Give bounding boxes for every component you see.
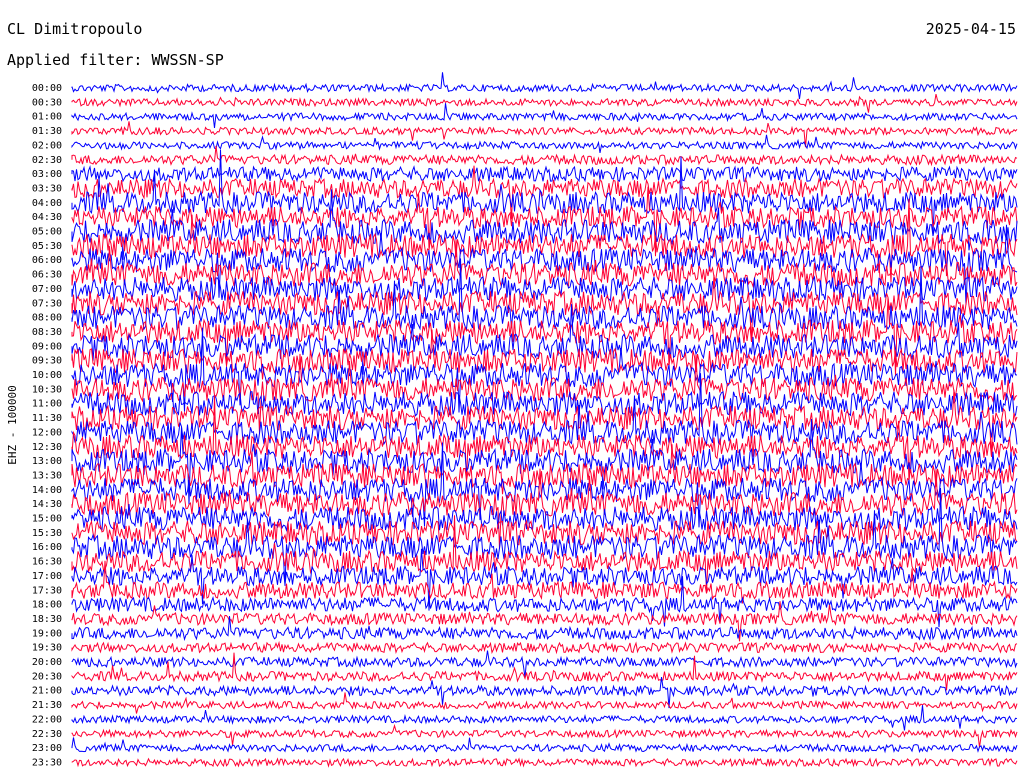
channel-label: EHZ - 100000 bbox=[6, 385, 19, 464]
row-time-label: 04:30 bbox=[32, 212, 62, 223]
trace-row bbox=[71, 93, 1018, 113]
row-time-label: 02:00 bbox=[32, 140, 62, 151]
trace-row bbox=[71, 650, 1018, 678]
row-time-label: 23:30 bbox=[32, 757, 62, 768]
row-time-label: 01:00 bbox=[32, 112, 62, 123]
row-time-label: 07:30 bbox=[32, 298, 62, 309]
trace-row bbox=[71, 640, 1018, 655]
row-time-label: 12:00 bbox=[32, 427, 62, 438]
row-time-label: 14:00 bbox=[32, 485, 62, 496]
row-time-label: 16:00 bbox=[32, 542, 62, 553]
trace-row bbox=[71, 165, 1018, 183]
row-time-label: 20:30 bbox=[32, 671, 62, 682]
row-time-label: 10:00 bbox=[32, 370, 62, 381]
row-time-label: 08:00 bbox=[32, 313, 62, 324]
row-time-label: 01:30 bbox=[32, 126, 62, 137]
row-time-label: 15:00 bbox=[32, 514, 62, 525]
row-time-label: 06:00 bbox=[32, 255, 62, 266]
row-time-label: 17:00 bbox=[32, 571, 62, 582]
row-time-label: 17:30 bbox=[32, 585, 62, 596]
trace-row bbox=[71, 737, 1018, 754]
row-time-label: 22:00 bbox=[32, 714, 62, 725]
row-time-label: 06:30 bbox=[32, 270, 62, 281]
row-time-label: 22:30 bbox=[32, 729, 62, 740]
row-time-label: 00:30 bbox=[32, 97, 62, 108]
trace-row bbox=[71, 134, 1018, 153]
row-time-label: 19:00 bbox=[32, 628, 62, 639]
row-time-label: 14:30 bbox=[32, 499, 62, 510]
row-time-label: 18:00 bbox=[32, 600, 62, 611]
row-time-label: 10:30 bbox=[32, 384, 62, 395]
trace-row bbox=[71, 103, 1018, 129]
trace-row bbox=[71, 72, 1018, 99]
row-time-label: 04:00 bbox=[32, 198, 62, 209]
row-time-label: 11:30 bbox=[32, 413, 62, 424]
row-time-label: 12:30 bbox=[32, 442, 62, 453]
trace-row bbox=[71, 692, 1018, 714]
row-time-label: 23:00 bbox=[32, 743, 62, 754]
row-time-label: 00:00 bbox=[32, 83, 62, 94]
row-time-label: 15:30 bbox=[32, 528, 62, 539]
trace-row bbox=[71, 757, 1018, 768]
row-time-label: 03:30 bbox=[32, 183, 62, 194]
row-time-label: 13:30 bbox=[32, 470, 62, 481]
row-time-label: 21:30 bbox=[32, 700, 62, 711]
row-time-label: 09:00 bbox=[32, 341, 62, 352]
row-time-label: 19:30 bbox=[32, 643, 62, 654]
helicorder-chart: 00:00 00:30 01:00 01:30 02:00 02:30 03:00 03:30… bbox=[6, 72, 1018, 768]
row-time-label: 20:00 bbox=[32, 657, 62, 668]
row-time-label: 18:30 bbox=[32, 614, 62, 625]
row-time-label: 03:00 bbox=[32, 169, 62, 180]
row-time-label: 13:00 bbox=[32, 456, 62, 467]
row-time-label: 11:00 bbox=[32, 399, 62, 410]
row-time-label: 08:30 bbox=[32, 327, 62, 338]
row-time-label: 16:30 bbox=[32, 557, 62, 568]
trace-row bbox=[71, 723, 1018, 748]
trace-row bbox=[71, 705, 1018, 731]
row-time-label: 21:00 bbox=[32, 686, 62, 697]
row-time-label: 05:00 bbox=[32, 227, 62, 238]
row-time-label: 02:30 bbox=[32, 155, 62, 166]
row-time-label: 05:30 bbox=[32, 241, 62, 252]
row-time-label: 07:00 bbox=[32, 284, 62, 295]
row-time-label: 09:30 bbox=[32, 356, 62, 367]
